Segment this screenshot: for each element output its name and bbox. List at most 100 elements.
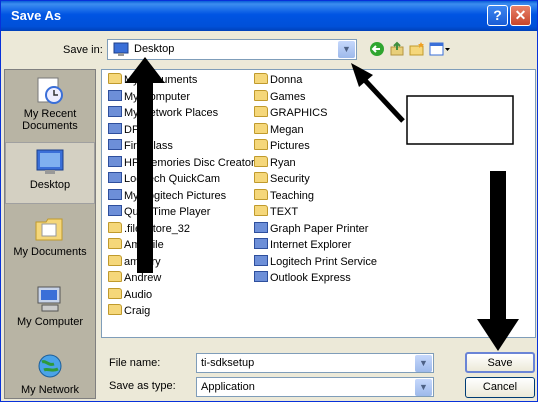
new-folder-icon[interactable] xyxy=(409,41,425,57)
save-in-value: Desktop xyxy=(134,43,175,55)
file-name: Logitech QuickCam xyxy=(124,173,220,185)
save-in-dropdown[interactable]: Desktop ▼ xyxy=(107,39,357,60)
file-name: .file_store_32 xyxy=(124,222,191,235)
views-menu-icon[interactable] xyxy=(429,41,451,57)
save-button[interactable]: Save xyxy=(465,352,535,373)
list-item[interactable]: Pictures xyxy=(254,138,310,154)
application-icon xyxy=(254,221,268,233)
file-name: TEXT xyxy=(270,206,299,218)
list-item[interactable]: Outlook Express xyxy=(254,270,351,286)
file-name: FirstClass xyxy=(124,140,173,152)
file-name: Logitech Print Service xyxy=(270,255,377,268)
chevron-down-icon[interactable]: ▼ xyxy=(415,379,432,396)
list-item[interactable]: Internet Explorer xyxy=(254,237,351,253)
list-item[interactable]: My Logitech Pictures xyxy=(108,188,226,204)
folder-icon xyxy=(254,73,268,84)
place-my-documents[interactable]: My Documents xyxy=(5,214,95,258)
folder-icon xyxy=(254,205,268,216)
file-name: Graph Paper Printer xyxy=(270,222,369,235)
my-documents-icon xyxy=(35,218,63,241)
chevron-down-icon[interactable]: ▼ xyxy=(338,41,355,58)
back-icon[interactable] xyxy=(369,41,385,57)
application-icon xyxy=(254,271,268,282)
file-name: My Documents xyxy=(124,74,198,86)
list-item[interactable]: Teaching xyxy=(254,188,314,204)
list-item[interactable]: Graph Paper Printer xyxy=(254,221,368,237)
folder-icon xyxy=(108,221,122,233)
file-name-value: ti-sdksetup xyxy=(201,357,255,369)
list-item[interactable]: My Computer xyxy=(108,89,190,105)
folder-icon xyxy=(254,106,268,117)
file-name: GRAPHICS xyxy=(270,107,328,119)
application-icon xyxy=(108,188,122,200)
save-as-type-select[interactable]: Application ▼ xyxy=(196,377,434,397)
folder-icon xyxy=(108,238,122,249)
list-item[interactable]: Games xyxy=(254,89,305,105)
file-name: Audio xyxy=(124,288,153,301)
file-name-field[interactable]: ti-sdksetup ▼ xyxy=(196,353,434,373)
place-label: My Network xyxy=(20,384,80,396)
window-title: Save As xyxy=(11,8,62,23)
folder-icon xyxy=(254,139,268,150)
list-item[interactable]: Ryan xyxy=(254,155,296,171)
place-label: My Recent Documents xyxy=(22,108,78,132)
save-as-type-label: Save as type: xyxy=(109,380,176,392)
list-item[interactable]: amaury xyxy=(108,254,161,270)
list-item[interactable]: FirstClass xyxy=(108,138,173,154)
application-icon xyxy=(108,172,122,183)
folder-icon xyxy=(254,155,268,167)
place-label: My Computer xyxy=(16,316,84,328)
place-my-computer[interactable]: My Computer xyxy=(5,284,95,328)
file-name: QuickTime Player xyxy=(124,206,211,218)
folder-icon xyxy=(108,254,122,266)
list-item[interactable]: Craig xyxy=(108,303,150,319)
place-my-recent-documents[interactable]: My Recent Documents xyxy=(5,76,95,132)
file-name: Games xyxy=(270,90,306,103)
list-item[interactable]: Logitech QuickCam xyxy=(108,171,220,187)
list-item[interactable]: Megan xyxy=(254,122,304,138)
list-item[interactable]: Amabile xyxy=(108,237,164,253)
list-item[interactable]: My Documents xyxy=(108,72,197,88)
list-item[interactable]: Security xyxy=(254,171,310,187)
up-folder-icon[interactable] xyxy=(389,41,405,57)
list-item[interactable]: Donna xyxy=(254,72,302,88)
file-name: HP Memories Disc Creator xyxy=(124,156,255,169)
cancel-button[interactable]: Cancel xyxy=(465,377,535,398)
file-name: Teaching xyxy=(270,189,315,202)
annotation-line-2: menu xyxy=(409,121,450,138)
save-in-label: Save in: xyxy=(63,44,103,56)
file-name: Donna xyxy=(270,74,303,86)
folder-icon xyxy=(254,122,268,134)
annotation-line-1: Pull-down xyxy=(409,101,481,118)
place-desktop[interactable]: Desktop xyxy=(5,142,95,204)
folder-icon xyxy=(108,73,122,84)
list-item[interactable]: HP Memories Disc Creator xyxy=(108,155,255,171)
help-button[interactable]: ? xyxy=(487,5,508,26)
recent-documents-icon xyxy=(37,77,63,104)
my-network-icon xyxy=(38,354,62,378)
place-label: My Documents xyxy=(13,246,87,258)
list-item[interactable]: .file_store_32 xyxy=(108,221,190,237)
list-item[interactable]: My Network Places xyxy=(108,105,218,121)
file-name: amaury xyxy=(124,255,161,268)
file-name: Craig xyxy=(124,305,151,317)
list-item[interactable]: Audio xyxy=(108,287,152,303)
list-item[interactable]: TEXT xyxy=(254,204,298,220)
list-item[interactable]: Andrew xyxy=(108,270,161,286)
place-my-network[interactable]: My Network xyxy=(5,352,95,396)
title-bar: Save As ? ✕ xyxy=(1,1,537,31)
application-icon xyxy=(108,122,122,134)
application-icon xyxy=(108,106,122,117)
chevron-down-icon[interactable]: ▼ xyxy=(415,355,432,372)
list-item[interactable]: Logitech Print Service xyxy=(254,254,377,270)
application-icon xyxy=(108,155,122,167)
list-item[interactable]: QuickTime Player xyxy=(108,204,210,220)
my-computer-icon xyxy=(37,286,61,312)
list-item[interactable]: GRAPHICS xyxy=(254,105,327,121)
file-name: DPlot xyxy=(124,123,151,136)
application-icon xyxy=(108,89,122,101)
list-item[interactable]: DPlot xyxy=(108,122,151,138)
file-name: Andrew xyxy=(124,272,162,284)
file-name: Ryan xyxy=(270,156,296,169)
close-button[interactable]: ✕ xyxy=(510,5,531,26)
